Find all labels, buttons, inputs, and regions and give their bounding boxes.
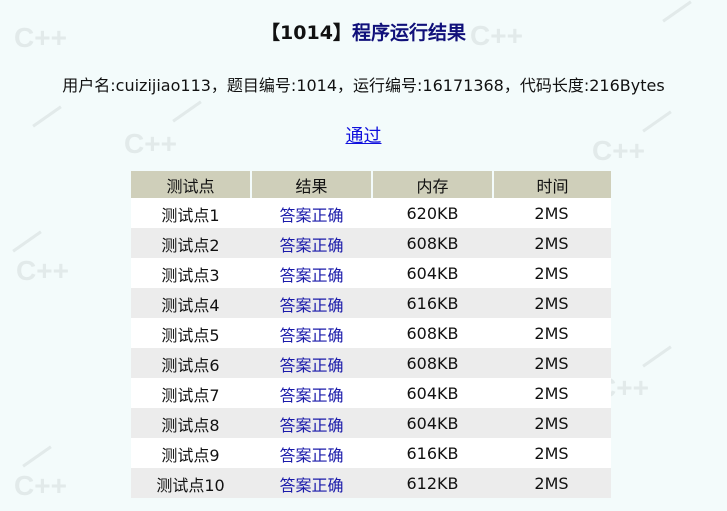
table-row: 测试点8 答案正确 604KB 2MS <box>131 408 611 438</box>
result-cell: 答案正确 <box>252 468 373 498</box>
test-cell: 测试点1 <box>131 198 252 228</box>
test-cell: 测试点3 <box>131 258 252 288</box>
watermark-stroke <box>642 345 672 368</box>
page-title: 【1014】程序运行结果 <box>0 18 727 45</box>
test-cell: 测试点6 <box>131 348 252 378</box>
time-cell: 2MS <box>494 378 611 408</box>
title-text: 程序运行结果 <box>351 22 466 44</box>
time-cell: 2MS <box>494 468 611 498</box>
time-cell: 2MS <box>494 438 611 468</box>
test-cell: 测试点9 <box>131 438 252 468</box>
result-cell: 答案正确 <box>252 198 373 228</box>
time-cell: 2MS <box>494 198 611 228</box>
result-cell: 答案正确 <box>252 288 373 318</box>
watermark-stroke <box>172 100 202 123</box>
time-cell: 2MS <box>494 258 611 288</box>
memory-cell: 608KB <box>373 348 494 378</box>
memory-cell: 608KB <box>373 318 494 348</box>
result-cell: 答案正确 <box>252 258 373 288</box>
submission-info: 用户名:cuizijiao113，题目编号:1014，运行编号:16171368… <box>62 76 665 95</box>
problem-id: 【1014】 <box>261 22 352 44</box>
result-cell: 答案正确 <box>252 378 373 408</box>
watermark-stroke <box>22 445 52 468</box>
memory-cell: 604KB <box>373 378 494 408</box>
column-header-result: 结果 <box>252 171 373 198</box>
table-row: 测试点3 答案正确 604KB 2MS <box>131 258 611 288</box>
test-cell: 测试点8 <box>131 408 252 438</box>
memory-cell: 616KB <box>373 288 494 318</box>
time-cell: 2MS <box>494 228 611 258</box>
table-row: 测试点5 答案正确 608KB 2MS <box>131 318 611 348</box>
result-cell: 答案正确 <box>252 348 373 378</box>
table-row: 测试点1 答案正确 620KB 2MS <box>131 198 611 228</box>
watermark-cpp: C++ <box>16 255 69 286</box>
test-cell: 测试点5 <box>131 318 252 348</box>
column-header-memory: 内存 <box>373 171 494 198</box>
time-cell: 2MS <box>494 288 611 318</box>
time-cell: 2MS <box>494 348 611 378</box>
column-header-test: 测试点 <box>131 171 252 198</box>
memory-cell: 604KB <box>373 258 494 288</box>
memory-cell: 616KB <box>373 438 494 468</box>
test-cell: 测试点4 <box>131 288 252 318</box>
table-header-row: 测试点 结果 内存 时间 <box>131 171 611 198</box>
watermark-stroke <box>12 230 42 253</box>
result-cell: 答案正确 <box>252 318 373 348</box>
table-row: 测试点7 答案正确 604KB 2MS <box>131 378 611 408</box>
table-row: 测试点2 答案正确 608KB 2MS <box>131 228 611 258</box>
result-cell: 答案正确 <box>252 408 373 438</box>
status-link[interactable]: 通过 <box>346 126 382 147</box>
result-cell: 答案正确 <box>252 438 373 468</box>
status-line: 通过 <box>0 122 727 148</box>
test-cell: 测试点10 <box>131 468 252 498</box>
test-results-table: 测试点 结果 内存 时间 测试点1 答案正确 620KB 2MS 测试点2 答案… <box>131 171 611 498</box>
time-cell: 2MS <box>494 408 611 438</box>
memory-cell: 604KB <box>373 408 494 438</box>
result-cell: 答案正确 <box>252 228 373 258</box>
table-row: 测试点4 答案正确 616KB 2MS <box>131 288 611 318</box>
test-cell: 测试点2 <box>131 228 252 258</box>
memory-cell: 612KB <box>373 468 494 498</box>
memory-cell: 620KB <box>373 198 494 228</box>
test-cell: 测试点7 <box>131 378 252 408</box>
table-row: 测试点10 答案正确 612KB 2MS <box>131 468 611 498</box>
memory-cell: 608KB <box>373 228 494 258</box>
table-row: 测试点9 答案正确 616KB 2MS <box>131 438 611 468</box>
column-header-time: 时间 <box>494 171 611 198</box>
watermark-cpp: C++ <box>14 470 67 501</box>
table-row: 测试点6 答案正确 608KB 2MS <box>131 348 611 378</box>
time-cell: 2MS <box>494 318 611 348</box>
